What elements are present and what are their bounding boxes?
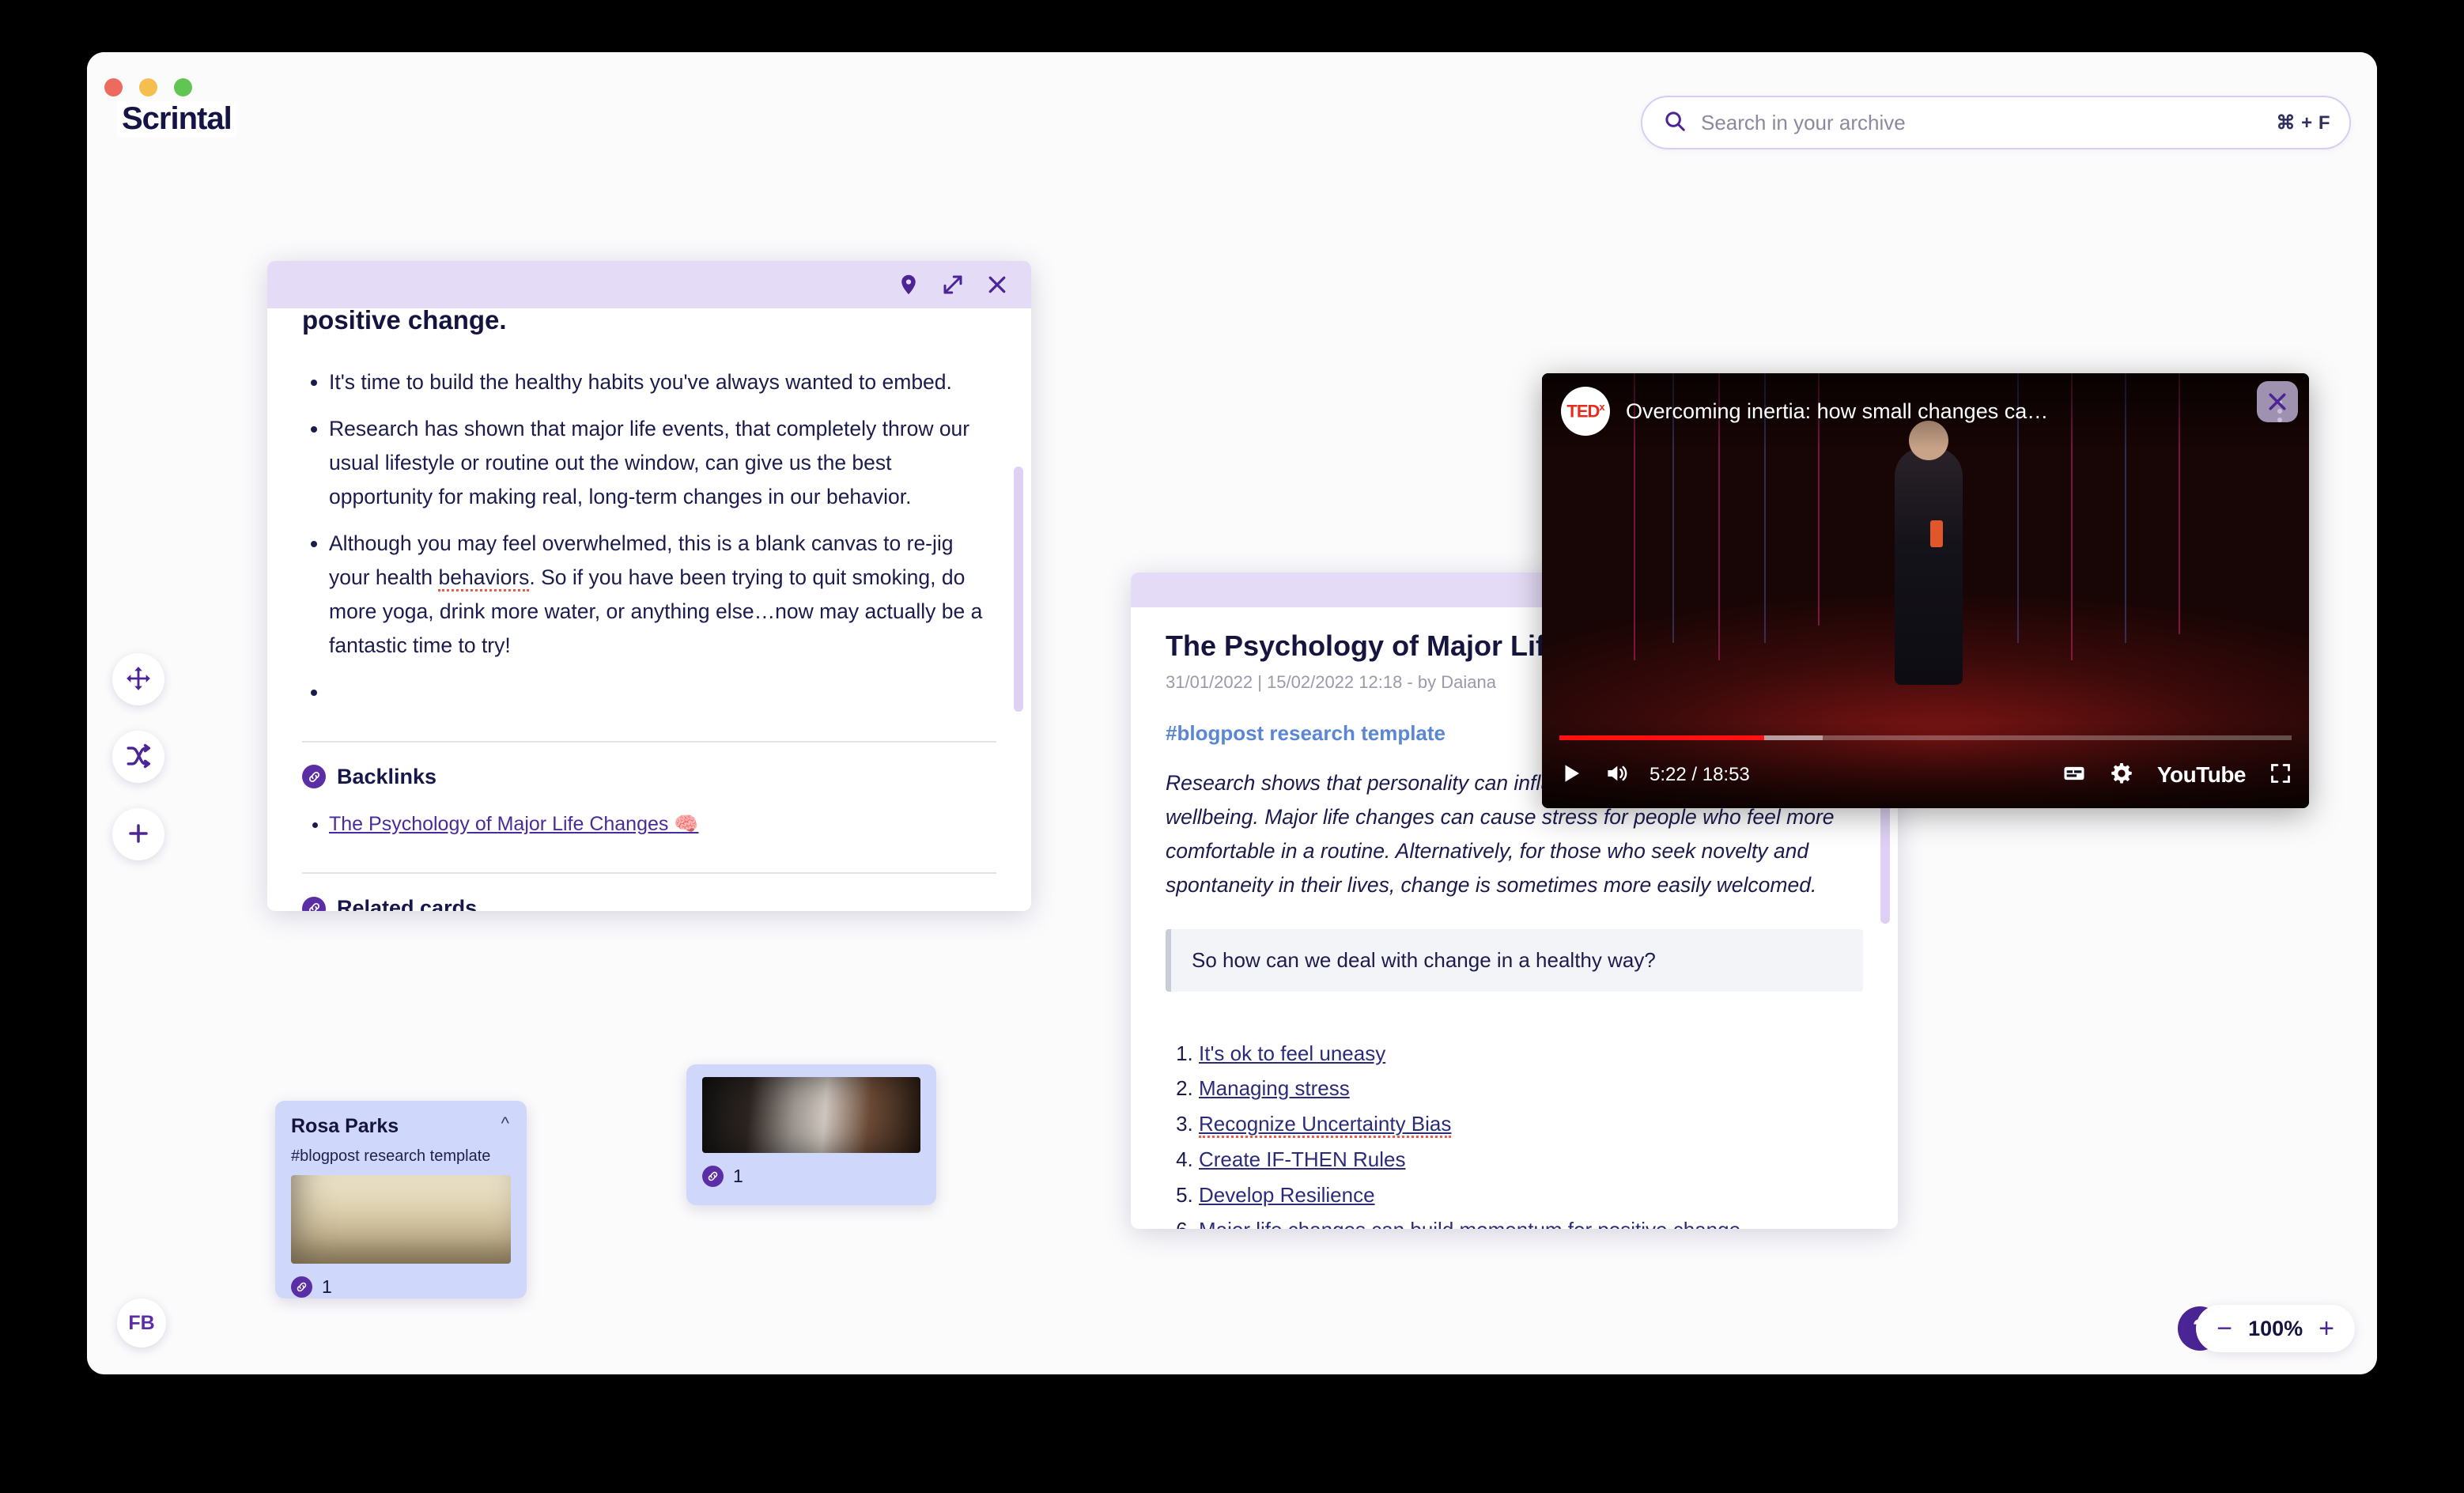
backlinks-label: Backlinks — [337, 765, 436, 789]
link-icon — [291, 1276, 312, 1298]
note-bullet-list: It's time to build the healthy habits yo… — [329, 365, 996, 709]
settings-gear-icon[interactable] — [2110, 762, 2133, 789]
backlinks-list: The Psychology of Major Life Changes 🧠 — [329, 810, 996, 840]
mini-card-title: Rosa Parks — [291, 1115, 511, 1138]
list-item: Research has shown that major life event… — [329, 412, 996, 514]
document-quote: So how can we deal with change in a heal… — [1166, 929, 1863, 992]
expand-icon[interactable] — [941, 273, 965, 297]
speaker-figure — [1895, 448, 1963, 685]
plus-icon — [126, 821, 151, 849]
tedx-logo-icon: TEDx — [1561, 387, 1610, 436]
volume-icon[interactable] — [1604, 761, 1629, 790]
list-item — [329, 675, 996, 709]
link-count: 1 — [322, 1276, 332, 1298]
minimize-window-button[interactable] — [139, 78, 157, 96]
video-title[interactable]: Overcoming inertia: how small changes ca… — [1626, 399, 2269, 424]
video-close-button[interactable] — [2257, 381, 2298, 422]
backlink-item[interactable]: The Psychology of Major Life Changes 🧠 — [329, 813, 698, 835]
app-window: Scrintal ⌘ + F — [87, 52, 2377, 1374]
list-item[interactable]: Recognize Uncertainty Bias — [1199, 1106, 1863, 1142]
link-icon — [302, 765, 326, 788]
list-item[interactable]: Managing stress — [1199, 1071, 1863, 1106]
search-input[interactable] — [1701, 111, 2276, 135]
youtube-brand[interactable]: YouTube — [2157, 762, 2246, 788]
step-link[interactable]: Major life changes can build momentum fo… — [1199, 1218, 1740, 1229]
user-avatar[interactable]: FB — [117, 1298, 166, 1347]
rosa-parks-photo — [291, 1175, 511, 1264]
list-item[interactable]: Create IF-THEN Rules — [1199, 1142, 1863, 1177]
step-link[interactable]: Managing stress — [1199, 1076, 1350, 1100]
step-link[interactable]: Develop Resilience — [1199, 1183, 1375, 1207]
shuffle-tool-button[interactable] — [112, 731, 164, 783]
mini-card-footer: 1 — [702, 1166, 920, 1187]
fullscreen-icon[interactable] — [2269, 762, 2292, 788]
step-link[interactable]: Recognize Uncertainty Bias — [1199, 1112, 1451, 1138]
note-card-body: positive change. It's time to build the … — [267, 308, 1031, 911]
list-item[interactable]: It's ok to feel uneasy — [1199, 1036, 1863, 1072]
list-item: It's time to build the healthy habits yo… — [329, 365, 996, 399]
zoom-level-label: 100% — [2248, 1317, 2303, 1341]
window-traffic-lights — [104, 78, 192, 96]
mini-card-tag: #blogpost research template — [291, 1147, 511, 1166]
mini-card-rosa-parks[interactable]: Rosa Parks ^ #blogpost research template… — [275, 1101, 527, 1298]
list-item: Although you may feel overwhelmed, this … — [329, 527, 996, 663]
move-arrows-icon — [125, 665, 152, 694]
mini-card-einstein[interactable]: 1 — [686, 1064, 936, 1205]
related-cards-label: Related cards — [337, 896, 477, 911]
video-timestamp: 5:22 / 18:53 — [1650, 764, 1750, 786]
link-icon — [702, 1166, 724, 1187]
note-card-scrollbar[interactable] — [1014, 467, 1023, 712]
video-title-bar: TEDx Overcoming inertia: how small chang… — [1542, 373, 2309, 449]
shuffle-icon — [125, 743, 152, 772]
add-card-button[interactable] — [112, 808, 164, 860]
close-icon[interactable] — [985, 273, 1009, 297]
link-count: 1 — [733, 1166, 743, 1187]
note-card[interactable]: positive change. It's time to build the … — [267, 261, 1031, 911]
list-item[interactable]: The Psychology of Major Life Changes 🧠 — [329, 810, 996, 840]
video-control-buttons: 5:22 / 18:53 — [1559, 753, 2292, 797]
video-controls-bar: 5:22 / 18:53 — [1542, 721, 2309, 808]
divider — [302, 872, 996, 874]
subtitles-icon[interactable] — [2062, 762, 2086, 789]
search-bar[interactable]: ⌘ + F — [1641, 96, 2351, 149]
list-item[interactable]: Develop Resilience — [1199, 1177, 1863, 1213]
youtube-player[interactable]: TEDx Overcoming inertia: how small chang… — [1542, 373, 2309, 808]
zoom-in-button[interactable]: + — [2319, 1315, 2334, 1342]
mini-card-footer: 1 — [291, 1276, 511, 1298]
board-canvas[interactable]: Rosa Parks ^ #blogpost research template… — [87, 155, 2377, 1374]
misspelled-word: behaviors — [438, 565, 529, 592]
title-bar: Scrintal ⌘ + F — [87, 52, 2377, 155]
canvas-toolbar — [112, 653, 164, 860]
link-icon — [302, 897, 326, 911]
close-window-button[interactable] — [104, 78, 123, 96]
zoom-out-button[interactable]: − — [2216, 1315, 2232, 1342]
step-link[interactable]: It's ok to feel uneasy — [1199, 1041, 1385, 1065]
move-tool-button[interactable] — [112, 653, 164, 705]
search-icon — [1663, 109, 1687, 137]
related-cards-heading: Related cards — [302, 896, 996, 911]
zoom-controls: − 100% + — [2196, 1305, 2355, 1352]
note-title: positive change. — [302, 304, 996, 337]
chevron-up-icon[interactable]: ^ — [501, 1113, 509, 1134]
pin-icon[interactable] — [897, 273, 920, 297]
maximize-window-button[interactable] — [174, 78, 192, 96]
step-link[interactable]: Create IF-THEN Rules — [1199, 1147, 1406, 1171]
app-logo[interactable]: Scrintal — [117, 101, 236, 137]
einstein-photo — [702, 1077, 920, 1153]
divider — [302, 741, 996, 743]
note-card-header — [267, 261, 1031, 308]
play-icon[interactable] — [1559, 762, 1583, 789]
list-item[interactable]: Major life changes can build momentum fo… — [1199, 1212, 1863, 1229]
backlinks-heading: Backlinks — [302, 765, 996, 789]
video-progress-bar[interactable] — [1559, 735, 2292, 740]
search-shortcut-hint: ⌘ + F — [2276, 112, 2330, 134]
document-step-list: It's ok to feel uneasy Managing stress R… — [1199, 1036, 1863, 1229]
